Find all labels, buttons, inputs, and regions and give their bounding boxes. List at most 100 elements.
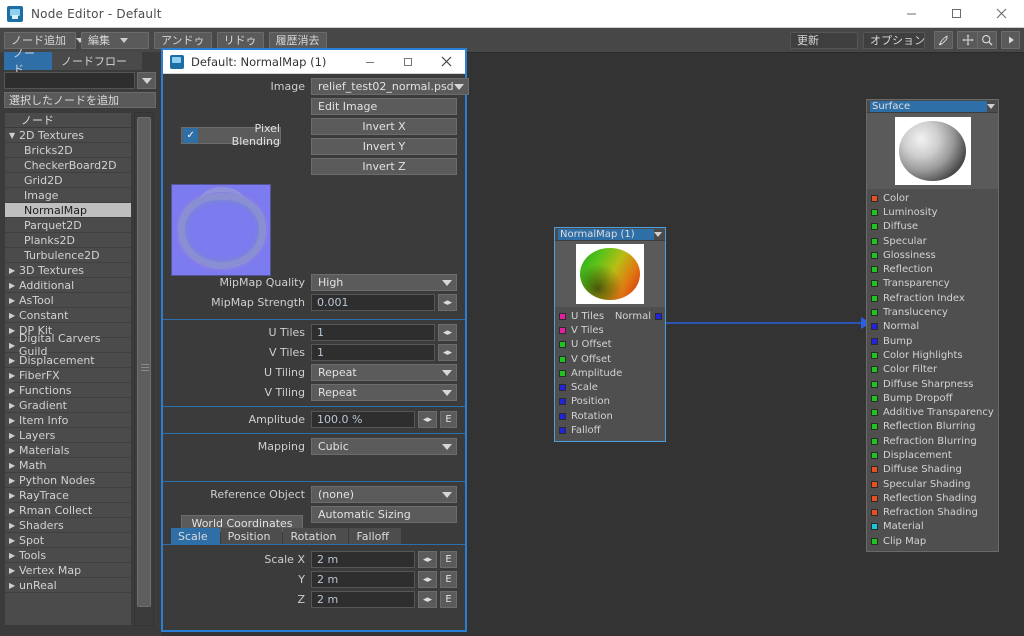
scale-x-stepper[interactable]: ◂▸ (418, 551, 437, 568)
port-dot-icon[interactable] (871, 280, 878, 288)
port-dot-icon[interactable] (871, 366, 878, 374)
mapping-select[interactable]: Cubic (311, 438, 457, 455)
u-tiling-select[interactable]: Repeat (311, 364, 457, 381)
tree-item-additional[interactable]: ▶ Additional (5, 278, 131, 293)
port-diffuse-shading[interactable]: Diffuse Shading (867, 463, 998, 477)
scale-y-stepper[interactable]: ◂▸ (418, 571, 437, 588)
v-tiling-select[interactable]: Repeat (311, 384, 457, 401)
port-dot-icon[interactable] (559, 427, 566, 435)
tree-item-spot[interactable]: ▶ Spot (5, 533, 131, 548)
amplitude-stepper[interactable]: ◂▸ (418, 411, 437, 428)
port-clip-map[interactable]: Clip Map (867, 534, 998, 548)
port-dot-icon[interactable] (871, 394, 878, 402)
port-reflection-shading[interactable]: Reflection Shading (867, 491, 998, 505)
scale-x-envelope-button[interactable]: E (440, 551, 457, 568)
port-dot-icon[interactable] (871, 323, 878, 331)
node-surface-header[interactable]: Surface (867, 100, 998, 113)
port-transparency[interactable]: Transparency (867, 277, 998, 291)
port-specular[interactable]: Specular (867, 234, 998, 248)
tree-item-3d-textures[interactable]: ▶ 3D Textures (5, 263, 131, 278)
triangle-right-icon[interactable]: ▶ (9, 386, 19, 395)
triangle-right-icon[interactable]: ▶ (9, 581, 19, 590)
scale-y-input[interactable]: 2 m (311, 571, 415, 588)
triangle-right-icon[interactable]: ▶ (9, 341, 19, 350)
port-dot-icon[interactable] (871, 480, 878, 488)
port-dot-icon[interactable] (871, 451, 878, 459)
tree-item-bricks2d[interactable]: Bricks2D (5, 143, 131, 158)
tree-item-functions[interactable]: ▶ Functions (5, 383, 131, 398)
node-normalmap[interactable]: NormalMap (1) U Tiles Normal V Tiles U Offs… (554, 227, 666, 442)
port-color[interactable]: Color (867, 191, 998, 205)
scale-z-envelope-button[interactable]: E (440, 591, 457, 608)
port-specular-shading[interactable]: Specular Shading (867, 477, 998, 491)
tree-item-materials[interactable]: ▶ Materials (5, 443, 131, 458)
transform-tab-falloff[interactable]: Falloff (349, 528, 401, 544)
transform-tab-position[interactable]: Position (220, 528, 283, 544)
port-dot-icon[interactable] (871, 309, 878, 317)
clear-history-button[interactable]: 履歴消去 (268, 31, 327, 49)
port-diffuse[interactable]: Diffuse (867, 220, 998, 234)
tree-item-constant[interactable]: ▶ Constant (5, 308, 131, 323)
port-dot-icon[interactable] (871, 523, 878, 531)
tree-item-parquet2d[interactable]: Parquet2D (5, 218, 131, 233)
port-dot-icon[interactable] (871, 494, 878, 502)
mipmap-strength-stepper[interactable]: ◂▸ (438, 294, 457, 311)
port-bump-dropoff[interactable]: Bump Dropoff (867, 391, 998, 405)
invert-z-button[interactable]: Invert Z (311, 158, 457, 175)
port-dot-icon[interactable] (559, 384, 566, 392)
tab-nodes[interactable]: ノード (4, 47, 56, 76)
scale-y-envelope-button[interactable]: E (440, 571, 457, 588)
port-dot-icon[interactable] (559, 341, 566, 349)
port-dot-icon[interactable] (871, 294, 878, 302)
triangle-right-icon[interactable]: ▶ (9, 491, 19, 500)
port-dot-icon[interactable] (871, 380, 878, 388)
port-rotation[interactable]: Rotation (555, 409, 665, 423)
mipmap-quality-select[interactable]: High (311, 274, 457, 291)
u-tiles-input[interactable]: 1 (311, 324, 435, 341)
triangle-right-icon[interactable]: ▶ (9, 566, 19, 575)
port-dot-icon[interactable] (559, 412, 566, 420)
triangle-right-icon[interactable]: ▶ (9, 311, 19, 320)
port-scale[interactable]: Scale (555, 380, 665, 394)
tab-nodeflow[interactable]: ノードフロー (52, 52, 142, 70)
v-tiles-stepper[interactable]: ◂▸ (438, 344, 457, 361)
port-color-filter[interactable]: Color Filter (867, 363, 998, 377)
tree-item-digital-carvers-guild[interactable]: ▶ Digital Carvers Guild (5, 332, 131, 358)
minimize-icon[interactable] (889, 0, 934, 28)
edit-image-button[interactable]: Edit Image (311, 98, 457, 115)
triangle-right-icon[interactable]: ▶ (9, 296, 19, 305)
amplitude-input[interactable]: 100.0 % (311, 411, 415, 428)
add-selected-node-button[interactable]: 選択したノードを追加 (4, 92, 156, 108)
amplitude-envelope-button[interactable]: E (440, 411, 457, 428)
port-dot-icon[interactable] (871, 208, 878, 216)
node-tree-scrollbar[interactable] (134, 112, 154, 626)
triangle-right-icon[interactable]: ▶ (9, 416, 19, 425)
port-v-tiles[interactable]: V Tiles (555, 323, 665, 337)
move-icon[interactable] (958, 32, 977, 48)
port-dot-icon[interactable] (871, 351, 878, 359)
tree-item-image[interactable]: Image (5, 188, 131, 203)
triangle-right-icon[interactable]: ▶ (9, 281, 19, 290)
port-u-tiles[interactable]: U Tiles Normal (555, 309, 665, 323)
invert-y-button[interactable]: Invert Y (311, 138, 457, 155)
triangle-right-icon[interactable]: ▶ (9, 506, 19, 515)
port-normal[interactable]: Normal (867, 320, 998, 334)
chevron-down-icon[interactable] (654, 231, 662, 237)
undo-button[interactable]: アンドゥ (154, 31, 212, 49)
v-tiles-input[interactable]: 1 (311, 344, 435, 361)
port-material[interactable]: Material (867, 520, 998, 534)
port-reflection-blurring[interactable]: Reflection Blurring (867, 420, 998, 434)
port-falloff[interactable]: Falloff (555, 423, 665, 437)
pixel-blending-checkbox[interactable]: ✓ Pixel Blending (181, 122, 281, 148)
port-v-offset[interactable]: V Offset (555, 352, 665, 366)
triangle-right-icon[interactable]: ▶ (9, 431, 19, 440)
port-dot-icon[interactable] (871, 537, 878, 545)
search-dropdown-button[interactable] (137, 72, 156, 89)
triangle-right-icon[interactable]: ▶ (9, 446, 19, 455)
tree-item-layers[interactable]: ▶ Layers (5, 428, 131, 443)
tree-item-item-info[interactable]: ▶ Item Info (5, 413, 131, 428)
tree-item-normalmap[interactable]: NormalMap (5, 203, 131, 218)
triangle-right-icon[interactable]: ▶ (9, 536, 19, 545)
port-dot-icon[interactable] (559, 312, 566, 320)
triangle-right-icon[interactable]: ▶ (9, 371, 19, 380)
